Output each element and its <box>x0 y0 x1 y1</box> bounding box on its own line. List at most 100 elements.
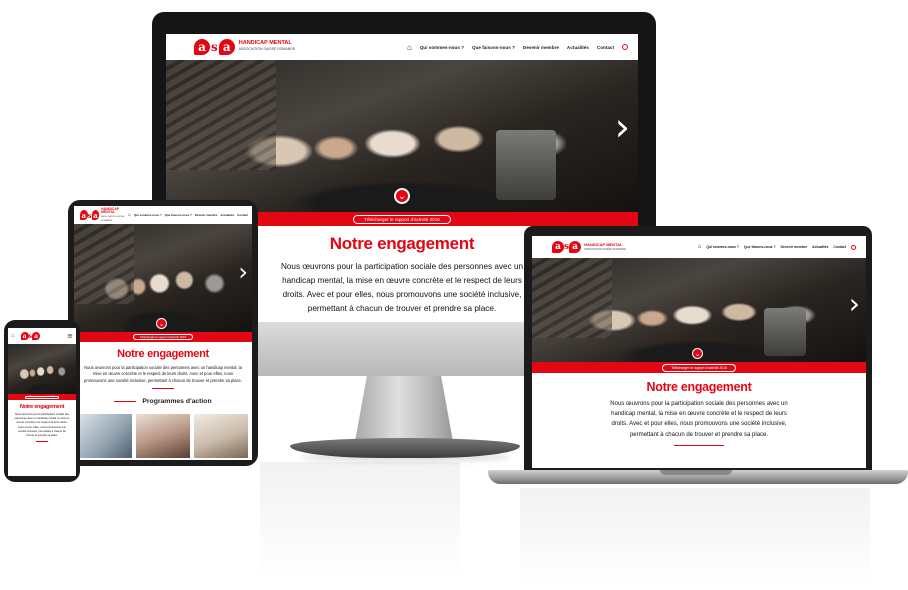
hero-stairs <box>166 60 276 170</box>
home-icon[interactable]: ⌂ <box>128 212 131 218</box>
logo-subtitle: ASSOCIATION SUISSE ROMANDE <box>101 216 125 222</box>
hero-stairs <box>74 224 134 304</box>
chevron-down-icon[interactable]: ⌄ <box>692 348 703 359</box>
laptop-content: Notre engagement Nous œuvrons pour la pa… <box>532 380 866 446</box>
phone-cta-bar: Télécharger le rapport d'activité 2016 <box>8 394 76 400</box>
intro-paragraph: Nous œuvrons pour la participation socia… <box>532 399 866 440</box>
tablet-content: Notre engagement Nous œuvrons pour la pa… <box>74 348 252 458</box>
search-icon[interactable] <box>851 244 856 250</box>
laptop-site: a s a HANDICAP MENTAL ASSOCIATION SUISSE… <box>532 236 866 468</box>
download-report-button[interactable]: Télécharger le rapport d'activité 2016 <box>662 363 736 372</box>
chevron-down-icon[interactable]: ⌄ <box>156 318 167 329</box>
phone-nav: ⌂ a s a ≡ <box>8 328 76 344</box>
tablet-menu: ⌂ Qui sommes-nous ? Que faisons-nous ? D… <box>128 212 248 218</box>
nav-item-que-faisons-nous[interactable]: Que faisons-nous ? <box>165 213 192 217</box>
logo-letter-s: s <box>211 40 218 54</box>
intro-paragraph: Nous œuvrons pour la participation socia… <box>14 413 70 438</box>
laptop-reflection <box>520 488 870 588</box>
laptop-nav: a s a HANDICAP MENTAL ASSOCIATION SUISSE… <box>532 236 866 258</box>
nav-item-contact[interactable]: Contact <box>597 45 614 50</box>
phone-site: ⌂ a s a ≡ Télécharger le rapport d'activ… <box>8 328 76 476</box>
laptop-notch <box>660 470 732 475</box>
laptop-cta-bar: Télécharger le rapport d'activité 2016 <box>532 362 866 373</box>
intro-line-3: droits. Avec et pour elles, nous promouv… <box>611 421 787 428</box>
intro-paragraph: Nous œuvrons pour la participation socia… <box>84 365 242 383</box>
programmes-heading: Programmes d'action <box>74 398 252 405</box>
hero-portrait <box>764 308 806 356</box>
program-card-3[interactable] <box>194 414 248 458</box>
chevron-right-icon[interactable]: › <box>615 108 630 146</box>
logo-letter-a: a <box>552 241 564 253</box>
hero-stairs <box>532 258 612 338</box>
download-report-button[interactable]: Télécharger le rapport d'activité 2016 <box>353 214 451 224</box>
nav-item-devenir-membre[interactable]: Devenir membre <box>523 45 559 50</box>
logo-letter-a: a <box>20 332 29 340</box>
logo-subtitle: ASSOCIATION SUISSE ROMANDE <box>584 247 626 251</box>
home-icon[interactable]: ⌂ <box>698 244 702 250</box>
nav-item-actualites[interactable]: Actualités <box>220 213 234 217</box>
nav-item-que-faisons-nous[interactable]: Que faisons-nous ? <box>472 45 515 50</box>
divider <box>36 441 48 443</box>
monitor-foot <box>290 438 520 458</box>
logo-letter-a: a <box>80 210 88 220</box>
home-icon[interactable]: ⌂ <box>407 43 412 52</box>
nav-item-que-faisons-nous[interactable]: Que faisons-nous ? <box>744 245 776 249</box>
tablet-nav: a s a HANDICAP MENTAL ASSOCIATION SUISSE… <box>74 206 252 224</box>
nav-item-qui-sommes-nous[interactable]: Qui sommes-nous ? <box>420 45 464 50</box>
logo-letter-a: a <box>194 39 210 55</box>
download-report-button[interactable]: Télécharger le rapport d'activité 2016 <box>132 334 194 340</box>
tablet-hero: › ⌄ <box>74 224 252 332</box>
phone-logo[interactable]: a s a <box>20 332 41 340</box>
page-title: Notre engagement <box>19 404 65 410</box>
desktop-nav: a s a HANDICAP MENTAL ASSOCIATION SUISSE… <box>166 34 638 60</box>
logo-title: HANDICAP MENTAL <box>101 206 120 215</box>
phone-content: Notre engagement Nous œuvrons pour la pa… <box>8 404 76 443</box>
nav-item-devenir-membre[interactable]: Devenir membre <box>781 245 808 249</box>
program-card-1[interactable] <box>78 414 132 458</box>
program-card-2[interactable] <box>136 414 190 458</box>
intro-line-1: Nous œuvrons pour la participation socia… <box>610 401 788 407</box>
tablet-logo[interactable]: a s a HANDICAP MENTAL ASSOCIATION SUISSE… <box>80 206 128 222</box>
logo-text: HANDICAP MENTAL ASSOCIATION SUISSE ROMAN… <box>238 40 295 53</box>
nav-item-qui-sommes-nous[interactable]: Qui sommes-nous ? <box>134 213 162 217</box>
download-report-button[interactable]: Télécharger le rapport d'activité 2016 <box>24 395 60 399</box>
logo-text: HANDICAP MENTAL ASSOCIATION SUISSE ROMAN… <box>101 206 128 222</box>
desktop-logo[interactable]: a s a HANDICAP MENTAL ASSOCIATION SUISSE… <box>194 39 295 55</box>
nav-item-devenir-membre[interactable]: Devenir membre <box>195 213 218 217</box>
logo-text: HANDICAP MENTAL ASSOCIATION SUISSE ROMAN… <box>584 241 626 252</box>
desktop-hero: › ⌄ <box>166 60 638 212</box>
nav-item-actualites[interactable]: Actualités <box>812 245 828 249</box>
divider <box>152 388 174 390</box>
phone-hero <box>8 344 76 394</box>
logo-letter-a2: a <box>91 210 100 220</box>
desktop-menu: ⌂ Qui sommes-nous ? Que faisons-nous ? D… <box>407 43 628 52</box>
tablet-cta-bar: Télécharger le rapport d'activité 2016 <box>74 332 252 342</box>
nav-item-contact[interactable]: Contact <box>237 213 248 217</box>
tablet-site: a s a HANDICAP MENTAL ASSOCIATION SUISSE… <box>74 206 252 460</box>
home-icon[interactable]: ⌂ <box>11 333 15 339</box>
page-title: Notre engagement <box>117 348 209 360</box>
laptop-logo[interactable]: a s a HANDICAP MENTAL ASSOCIATION SUISSE… <box>552 241 626 253</box>
chevron-down-icon[interactable]: ⌄ <box>394 188 410 204</box>
heading-line <box>114 401 137 402</box>
intro-line-4: permettant à chacun de trouver et prendr… <box>629 431 769 438</box>
chevron-right-icon[interactable]: › <box>238 260 248 284</box>
logo-title: HANDICAP MENTAL <box>238 40 292 47</box>
nav-item-actualites[interactable]: Actualités <box>567 45 589 50</box>
nav-item-contact[interactable]: Contact <box>833 245 846 249</box>
hero-portrait <box>496 130 556 200</box>
nav-item-qui-sommes-nous[interactable]: Qui sommes-nous ? <box>706 245 739 249</box>
chevron-right-icon[interactable]: › <box>849 290 860 318</box>
laptop-menu: ⌂ Qui sommes-nous ? Que faisons-nous ? D… <box>698 244 856 250</box>
search-icon[interactable] <box>622 44 628 50</box>
divider <box>674 444 724 446</box>
logo-letter-s: s <box>87 210 92 220</box>
intro-line-2: handicap mental, la mise en œuvre concrè… <box>611 411 787 418</box>
monitor-neck <box>355 376 453 440</box>
menu-icon[interactable]: ≡ <box>67 332 73 340</box>
logo-letter-a2: a <box>218 39 235 55</box>
page-title: Notre engagement <box>646 380 752 394</box>
laptop-hero: › ⌄ <box>532 258 866 362</box>
logo-title: HANDICAP MENTAL <box>584 241 623 247</box>
monitor-reflection <box>260 462 460 582</box>
